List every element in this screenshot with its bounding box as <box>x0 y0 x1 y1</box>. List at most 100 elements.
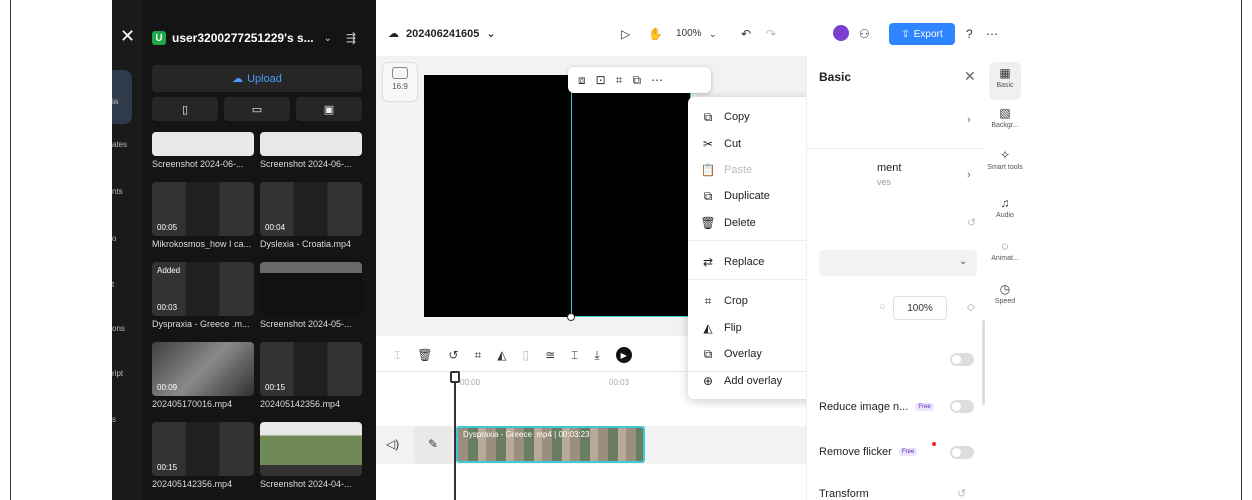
share-user-icon[interactable]: ⚇ <box>859 27 870 41</box>
basic-icon: ▦ <box>999 66 1011 80</box>
more-options-icon[interactable]: ⋯ <box>651 73 663 87</box>
media-thumbnail[interactable]: Added 00:03 <box>152 262 254 316</box>
media-tile[interactable]: Screenshot 2024-05-... <box>260 262 362 329</box>
tab-smart-tools[interactable]: ✧ Smart tools <box>986 148 1024 171</box>
nav-label-text[interactable]: t <box>112 280 142 289</box>
video-preview-left[interactable] <box>424 75 571 317</box>
timeline-clip[interactable]: Dyspraxia - Greece .mp4 | 00:03:23 <box>456 426 645 463</box>
overlay-icon[interactable]: ⧉ <box>632 73 641 88</box>
reverse-icon[interactable]: ↺ <box>448 348 458 362</box>
playhead[interactable] <box>454 373 456 500</box>
nav-label-elements[interactable]: nts <box>112 187 142 196</box>
select-pointer-icon[interactable]: ▷ <box>621 27 630 41</box>
zoom-chevron-icon[interactable]: ⌄ <box>709 29 717 40</box>
chevron-right-icon[interactable]: › <box>967 169 971 181</box>
smart-crop-icon[interactable]: ⧈ <box>578 73 586 88</box>
nav-label-media[interactable]: ia <box>112 97 142 106</box>
media-tile[interactable]: Screenshot 2024-04-... <box>260 422 362 489</box>
phone-upload-button[interactable]: ▯ <box>152 97 218 121</box>
delete-icon[interactable]: 🗑 <box>417 348 432 362</box>
media-thumbnail[interactable]: 00:09 <box>152 342 254 396</box>
nav-label-transitions[interactable]: ons <box>112 324 142 333</box>
reset-icon[interactable]: ↺ <box>967 216 976 229</box>
record-camera-button[interactable]: ▭ <box>224 97 290 121</box>
split-icon[interactable]: ⌶ <box>394 348 401 363</box>
video-preview-selected[interactable] <box>571 75 691 317</box>
project-name[interactable]: 202406241605 <box>406 28 479 40</box>
nav-label-effects[interactable]: s <box>112 415 142 424</box>
export-button[interactable]: ⇪ Export <box>889 23 955 45</box>
chevron-right-icon[interactable]: › <box>967 114 971 126</box>
media-thumbnail[interactable]: 00:05 <box>152 182 254 236</box>
media-tile[interactable]: 00:05 Mikrokosmos_how I ca... <box>152 182 254 249</box>
captions-icon[interactable]: ≅ <box>545 348 555 362</box>
media-thumbnail[interactable] <box>260 262 362 316</box>
media-thumbnail[interactable]: 00:15 <box>260 342 362 396</box>
hand-tool-icon[interactable]: ✋ <box>648 27 663 41</box>
crop-icon[interactable]: ⌗ <box>475 348 482 363</box>
transform-label[interactable]: Transform <box>819 488 869 500</box>
copy-icon: ⧉ <box>703 109 713 124</box>
tab-animation[interactable]: ◌ Animat... <box>986 239 1024 262</box>
media-thumbnail[interactable] <box>152 132 254 156</box>
adjustment-label[interactable]: ment <box>877 162 901 174</box>
track-cover-button[interactable]: ✎ <box>414 426 452 464</box>
remove-flicker-toggle[interactable] <box>950 446 974 459</box>
crop-icon[interactable]: ⌗ <box>616 73 623 88</box>
blend-mode-select[interactable]: ⌄ <box>819 250 977 276</box>
media-thumbnail[interactable] <box>260 422 362 476</box>
properties-panel: Basic ✕ › ment ves › ↺ ⌄ ○ 100% ◇ Reduce… <box>806 56 987 500</box>
slider-knob[interactable]: ○ <box>879 301 886 313</box>
opacity-input[interactable]: 100% <box>893 296 947 320</box>
workspace-name[interactable]: user3200277251229's s... <box>172 31 314 45</box>
media-tile[interactable]: Added 00:03 Dyspraxia - Greece .m... <box>152 262 254 329</box>
tab-background[interactable]: ▧ Backgr... <box>986 106 1024 129</box>
project-title-group[interactable]: ☁ 202406241605 ⌄ <box>388 27 496 41</box>
media-tile[interactable]: Screenshot 2024-06-... <box>152 132 254 169</box>
upload-button[interactable]: ☁ Upload <box>152 65 362 92</box>
media-thumbnail[interactable]: 00:04 <box>260 182 362 236</box>
media-thumbnail[interactable] <box>260 132 362 156</box>
zoom-level[interactable]: 100% <box>676 28 702 39</box>
media-tile[interactable]: 00:04 Dyslexia - Croatia.mp4 <box>260 182 362 249</box>
toggle-switch[interactable] <box>950 353 974 366</box>
tab-speed[interactable]: ◷ Speed <box>986 282 1024 305</box>
nav-label-audio[interactable]: o <box>112 234 142 243</box>
more-options-icon[interactable]: ⋯ <box>986 27 998 41</box>
undo-icon[interactable]: ↶ <box>741 27 751 41</box>
tab-basic[interactable]: ▦ Basic <box>986 66 1024 89</box>
keyframe-icon[interactable]: ◇ <box>967 302 975 313</box>
resize-handle[interactable] <box>567 313 575 321</box>
playhead-handle[interactable] <box>450 371 460 383</box>
redo-icon[interactable]: ↷ <box>766 27 776 41</box>
workspace-selector[interactable]: U user3200277251229's s... ⌄ ⇶ <box>152 28 372 48</box>
download-icon[interactable]: ⤓ <box>594 348 599 363</box>
help-icon[interactable]: ? <box>966 27 973 41</box>
media-tile[interactable]: Screenshot 2024-06-... <box>260 132 362 169</box>
media-thumbnail[interactable]: 00:15 <box>152 422 254 476</box>
nav-label-script[interactable]: ript <box>112 369 142 378</box>
chevron-down-icon[interactable]: ⌄ <box>324 33 332 44</box>
speed-icon[interactable]: ⌶ <box>571 348 578 363</box>
aspect-ratio-button[interactable]: 16:9 <box>382 62 418 102</box>
record-screen-button[interactable]: ▣ <box>296 97 362 121</box>
nav-label-templates[interactable]: ates <box>112 140 142 149</box>
fit-icon[interactable]: ⊡ <box>596 73 606 87</box>
flip-icon[interactable]: ◭ <box>497 348 506 362</box>
media-tile[interactable]: 00:15 202405142356.mp4 <box>260 342 362 409</box>
reduce-noise-toggle[interactable] <box>950 400 974 413</box>
time-mark: 00:00 <box>460 378 481 387</box>
timeline-ruler[interactable]: 00:00 00:03 <box>376 371 806 393</box>
mute-track-icon[interactable]: ◁) <box>386 437 399 451</box>
media-tile[interactable]: 00:15 202405142356.mp4 <box>152 422 254 489</box>
freeze-icon[interactable]: ▯ <box>523 348 530 362</box>
panel-scrollbar[interactable] <box>982 320 985 405</box>
close-icon[interactable]: ✕ <box>964 68 976 85</box>
chevron-down-icon[interactable]: ⌄ <box>486 27 495 40</box>
avatar[interactable] <box>833 25 849 41</box>
reset-icon[interactable]: ↺ <box>957 487 966 500</box>
media-tile[interactable]: 00:09 202405170016.mp4 <box>152 342 254 409</box>
collapse-panel-icon[interactable]: ⇶ <box>346 31 356 45</box>
tab-audio[interactable]: ♫ Audio <box>986 196 1024 219</box>
play-button[interactable]: ▶ <box>615 347 632 363</box>
